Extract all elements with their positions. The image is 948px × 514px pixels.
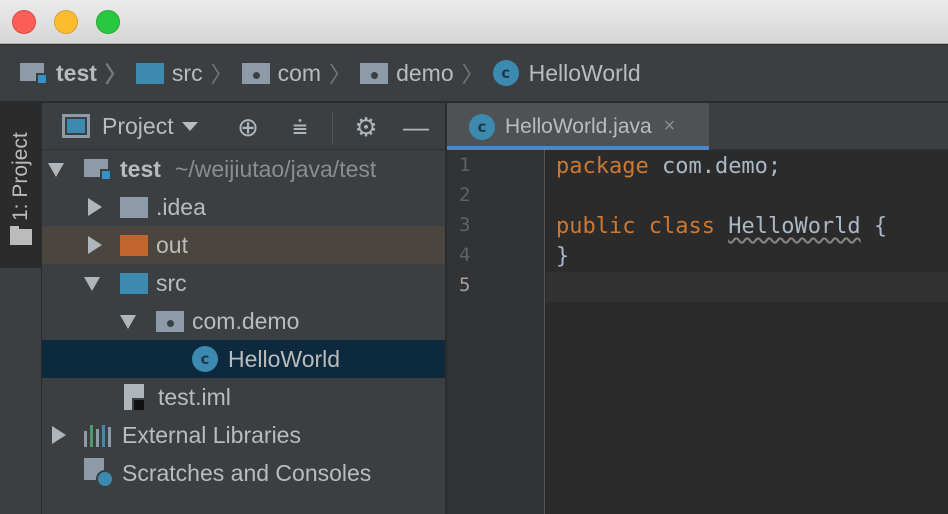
minimize-window-button[interactable]	[54, 10, 78, 34]
tool-window-stripe: 1: Project	[0, 103, 42, 514]
breadcrumb-src[interactable]: src 〉	[135, 57, 242, 89]
package-icon	[241, 62, 270, 84]
breadcrumb-separator: 〉	[461, 62, 484, 87]
class-icon: c	[492, 60, 519, 86]
hide-icon[interactable]: —	[402, 113, 430, 141]
editor-tab-helloworld[interactable]: c HelloWorld.java ×	[447, 103, 709, 150]
code-line-4[interactable]: }	[546, 242, 948, 272]
project-tree: test ~/weijiutao/java/test .idea out src…	[42, 150, 445, 492]
tree-item-src[interactable]: src	[42, 264, 445, 302]
zoom-window-button[interactable]	[96, 10, 120, 34]
keyword-public: public	[556, 214, 636, 239]
open-brace: {	[860, 214, 888, 239]
project-path: ~/weijiutao/java/test	[174, 155, 377, 182]
code-editor[interactable]: package com.demo; public class HelloWorl…	[546, 150, 948, 302]
close-window-button[interactable]	[12, 10, 36, 34]
breadcrumb-label: HelloWorld	[528, 59, 641, 86]
breadcrumb-label: demo	[396, 59, 454, 86]
collapse-arrow-icon[interactable]	[88, 198, 102, 216]
scratches-icon	[84, 458, 114, 488]
package-icon	[156, 310, 184, 332]
breadcrumb-label: src	[171, 59, 203, 86]
chevron-down-icon[interactable]	[181, 121, 198, 131]
tree-item-label: Scratches and Consoles	[122, 459, 372, 486]
collapse-arrow-icon[interactable]	[88, 236, 102, 254]
code-line-1[interactable]: package com.demo;	[546, 152, 948, 182]
tree-item-label: External Libraries	[122, 421, 301, 448]
tree-item-label: com.demo	[192, 307, 300, 334]
folder-icon	[120, 196, 148, 218]
window-titlebar	[0, 0, 948, 44]
tree-item-label: out	[156, 231, 188, 258]
locate-icon[interactable]: ⊕	[234, 113, 262, 141]
editor-tab-bar: c HelloWorld.java ×	[447, 103, 948, 150]
code-line-2[interactable]	[546, 182, 948, 212]
class-icon: c	[192, 346, 218, 372]
code-line-3[interactable]: public class HelloWorld {	[546, 212, 948, 242]
tree-item-label: test.iml	[158, 383, 231, 410]
tree-item-iml[interactable]: test.iml	[42, 378, 445, 416]
collapse-arrow-icon[interactable]	[52, 426, 66, 444]
keyword-class: class	[648, 214, 715, 239]
tree-item-scratches[interactable]: Scratches and Consoles	[42, 454, 445, 492]
editor-tab-label: HelloWorld.java	[505, 114, 652, 138]
line-number: 2	[459, 184, 471, 206]
settings-gear-icon[interactable]: ⚙	[352, 113, 380, 141]
tree-item-label: src	[156, 269, 187, 296]
line-number: 4	[459, 244, 471, 266]
breadcrumb-project[interactable]: test 〉	[20, 57, 136, 89]
line-number: 1	[459, 154, 471, 176]
breadcrumb-label: test	[56, 59, 97, 86]
project-tool-tab-label: 1: Project	[9, 132, 32, 221]
project-tool-tab[interactable]: 1: Project	[0, 103, 42, 268]
breadcrumb-demo[interactable]: demo 〉	[360, 57, 493, 89]
tree-item-package[interactable]: com.demo	[42, 302, 445, 340]
libraries-icon	[84, 423, 112, 447]
editor-area: c HelloWorld.java × 1 2 3 4 5 package co…	[447, 103, 948, 514]
excluded-folder-icon	[120, 234, 148, 256]
project-panel-header: Project ⊕ ⩧ ⚙ —	[42, 103, 445, 150]
project-panel: Project ⊕ ⩧ ⚙ — test ~/weijiutao/java/te…	[42, 103, 446, 514]
keyword-package: package	[556, 154, 649, 179]
line-number-current: 5	[459, 274, 471, 296]
breadcrumb-com[interactable]: com 〉	[241, 57, 360, 89]
folder-icon	[10, 226, 32, 245]
close-tab-icon[interactable]: ×	[664, 115, 676, 138]
collapse-all-icon[interactable]: ⩧	[286, 113, 314, 141]
expand-arrow-icon[interactable]	[120, 315, 136, 329]
class-name: HelloWorld	[728, 214, 861, 239]
package-name: com.demo;	[648, 154, 782, 179]
tree-item-helloworld[interactable]: c HelloWorld	[42, 340, 445, 378]
project-folder-icon	[20, 61, 48, 85]
toolbar-divider	[332, 111, 333, 143]
project-view-selector[interactable]: Project	[102, 113, 174, 140]
navigation-bar: test 〉 src 〉 com 〉 demo 〉 c HelloWorld	[0, 45, 948, 102]
project-view-icon	[62, 114, 90, 138]
breadcrumb-helloworld[interactable]: c HelloWorld	[492, 59, 641, 87]
expand-arrow-icon[interactable]	[84, 277, 100, 291]
code-line-5-current[interactable]	[546, 272, 948, 302]
project-folder-icon	[84, 157, 112, 181]
tree-item-idea[interactable]: .idea	[42, 188, 445, 226]
package-icon	[360, 62, 389, 84]
class-icon: c	[469, 113, 495, 140]
source-folder-icon	[135, 62, 164, 84]
breadcrumb-separator: 〉	[210, 62, 233, 87]
source-folder-icon	[120, 272, 148, 294]
tree-item-label: HelloWorld	[228, 345, 341, 372]
tree-item-out[interactable]: out	[42, 226, 445, 264]
tree-item-external-libraries[interactable]: External Libraries	[42, 416, 445, 454]
module-file-icon	[124, 384, 146, 412]
tree-item-label: .idea	[156, 193, 206, 220]
tree-item-root[interactable]: test ~/weijiutao/java/test	[42, 150, 445, 188]
close-brace: }	[556, 244, 570, 269]
breadcrumb-separator: 〉	[104, 62, 127, 87]
breadcrumb-separator: 〉	[329, 62, 352, 87]
breadcrumb-label: com	[277, 59, 322, 86]
expand-arrow-icon[interactable]	[48, 163, 64, 177]
tree-item-label: test	[120, 155, 161, 182]
line-number-gutter: 1 2 3 4 5	[447, 150, 545, 514]
line-number: 3	[459, 214, 471, 236]
